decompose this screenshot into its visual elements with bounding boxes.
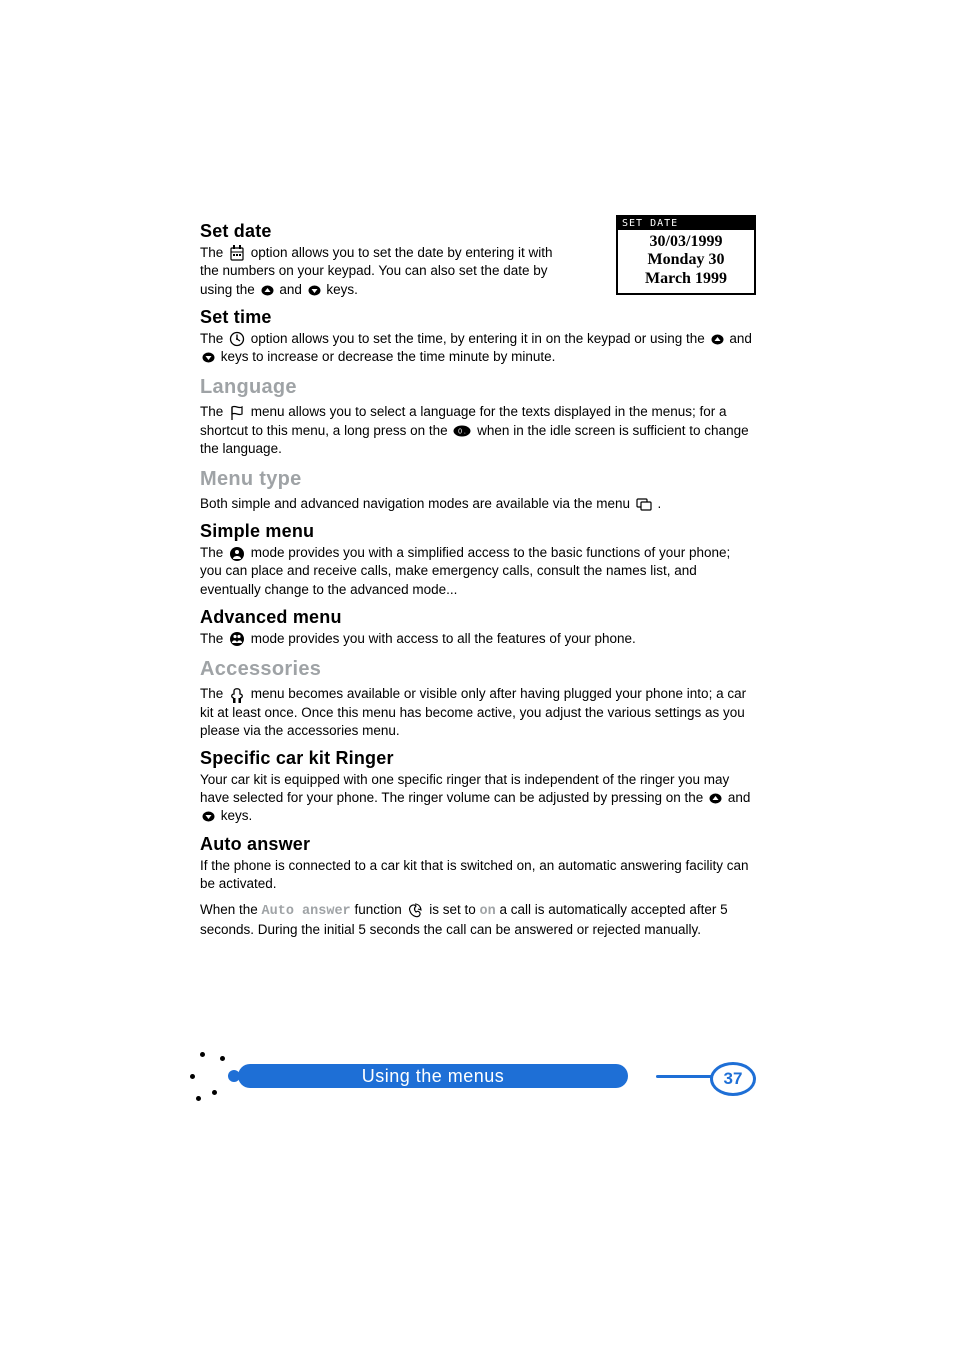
accessories-icon [229, 686, 245, 704]
advanced-mode-icon [229, 631, 245, 647]
para-set-time: The option allows you to set the time, b… [200, 330, 754, 366]
zero-key-icon: 0 . [453, 425, 471, 437]
para-accessories: The menu becomes available or visible on… [200, 685, 754, 740]
heading-menu-type: Menu type [200, 468, 754, 491]
clock-icon [229, 331, 245, 347]
para-car-kit-ringer: Your car kit is equipped with one specif… [200, 771, 754, 826]
heading-set-time: Set time [200, 307, 754, 328]
para-menu-type: Both simple and advanced navigation mode… [200, 495, 754, 513]
footer-title: Using the menus [238, 1064, 628, 1088]
lcd-line-2: Monday 30 [620, 251, 752, 269]
page-footer: Using the menus 37 [0, 1044, 954, 1104]
footer-line [656, 1075, 716, 1078]
flag-icon [229, 405, 245, 421]
heading-car-kit-ringer: Specific car kit Ringer [200, 748, 754, 769]
svg-text:0 .: 0 . [459, 428, 467, 435]
lcd-line-3: March 1999 [620, 270, 752, 288]
heading-advanced-menu: Advanced menu [200, 607, 754, 628]
heading-accessories: Accessories [200, 658, 754, 681]
lcd-body: 30/03/1999 Monday 30 March 1999 [618, 230, 754, 293]
para-auto-answer-1: If the phone is connected to a car kit t… [200, 857, 754, 893]
para-advanced-menu: The mode provides you with access to all… [200, 630, 754, 648]
up-key-icon [709, 792, 722, 805]
lcd-header: SET DATE [618, 217, 754, 230]
lcd-preview: SET DATE 30/03/1999 Monday 30 March 1999 [616, 215, 756, 295]
lcd-line-1: 30/03/1999 [620, 233, 752, 251]
menu-type-icon [636, 497, 652, 511]
down-key-icon [202, 351, 215, 364]
para-simple-menu: The mode provides you with a simplified … [200, 544, 754, 599]
para-language: The menu allows you to select a language… [200, 403, 754, 458]
heading-language: Language [200, 376, 754, 399]
down-key-icon [202, 810, 215, 823]
heading-auto-answer: Auto answer [200, 834, 754, 855]
calendar-icon [229, 244, 245, 262]
page-content: Set date The option allows you to set th… [0, 0, 954, 939]
para-auto-answer-2: When the Auto answer function is set to … [200, 901, 754, 939]
down-key-icon [308, 284, 321, 297]
para-set-date: The option allows you to set the date by… [200, 244, 555, 299]
auto-answer-icon [407, 902, 423, 918]
mono-auto-answer: Auto answer [262, 904, 351, 919]
simple-mode-icon [229, 546, 245, 562]
up-key-icon [711, 333, 724, 346]
mono-on: on [480, 904, 496, 919]
heading-simple-menu: Simple menu [200, 521, 754, 542]
page-number: 37 [710, 1062, 756, 1096]
up-key-icon [261, 284, 274, 297]
